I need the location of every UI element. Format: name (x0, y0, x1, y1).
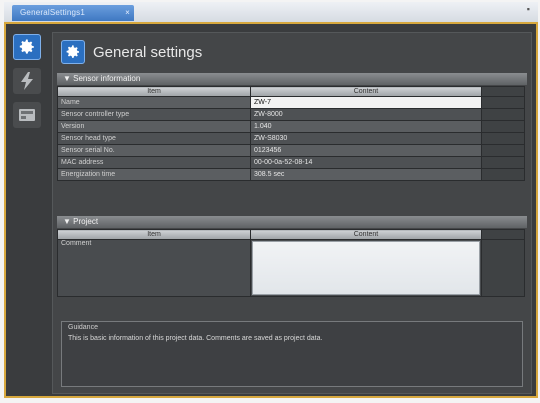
tab-close-icon[interactable]: × (125, 5, 130, 21)
column-header-spare (481, 229, 525, 240)
row-spare (481, 156, 525, 169)
table-row[interactable]: Sensor head type ZW-S8030 (57, 132, 525, 145)
sensor-info-table: Item Content Name ZW-7 Sensor controller… (57, 86, 525, 181)
header-gear-icon (61, 40, 85, 64)
row-content: 0123456 (250, 144, 482, 157)
section-sensor-information[interactable]: ▼ Sensor information (57, 73, 527, 85)
column-header-content: Content (250, 86, 482, 97)
page-header: General settings (61, 39, 202, 65)
row-content: ZW-8000 (250, 108, 482, 121)
sidebar-item-general-settings[interactable] (13, 34, 41, 60)
comment-cell (250, 239, 482, 297)
table-row[interactable]: Sensor controller type ZW-8000 (57, 108, 525, 121)
table-row[interactable]: MAC address 00-00-0a-52-08-14 (57, 156, 525, 169)
row-item: Energization time (57, 168, 251, 181)
row-spare (481, 96, 525, 109)
row-spare (481, 239, 525, 297)
column-header-spare (481, 86, 525, 97)
section-project[interactable]: ▼ Project (57, 216, 527, 228)
table-row[interactable]: Sensor serial No. 0123456 (57, 144, 525, 157)
section-label: ▼ Sensor information (63, 74, 141, 83)
title-bar: GeneralSettings1 × ▪ (4, 2, 538, 22)
tab-label: GeneralSettings1 (20, 8, 86, 17)
window-menu-icon[interactable]: ▪ (527, 4, 530, 14)
row-item: Comment (57, 239, 251, 297)
table-row[interactable]: Name ZW-7 (57, 96, 525, 109)
table-header-row: Item Content (57, 229, 525, 240)
page-title: General settings (93, 43, 203, 61)
row-item: Sensor controller type (57, 108, 251, 121)
guidance-box: Guidance This is basic information of th… (61, 321, 523, 387)
application-window: GeneralSettings1 × ▪ General settings ▼ … (4, 2, 538, 398)
row-content: 00-00-0a-52-08-14 (250, 156, 482, 169)
row-content: ZW-S8030 (250, 132, 482, 145)
settings-panel: General settings ▼ Sensor information It… (52, 32, 532, 394)
row-content: 1.040 (250, 120, 482, 133)
table-row[interactable]: Version 1.040 (57, 120, 525, 133)
row-spare (481, 120, 525, 133)
row-item: Name (57, 96, 251, 109)
table-row[interactable]: Comment (57, 239, 525, 297)
row-spare (481, 144, 525, 157)
lightning-icon (21, 72, 33, 90)
row-item: Version (57, 120, 251, 133)
row-item: Sensor serial No. (57, 144, 251, 157)
workspace-frame: General settings ▼ Sensor information It… (4, 22, 538, 398)
sidebar-item-controller[interactable] (13, 102, 41, 128)
column-header-content: Content (250, 229, 482, 240)
project-table: Item Content Comment (57, 229, 525, 297)
comment-textarea[interactable] (252, 241, 480, 295)
section-label: ▼ Project (63, 217, 99, 226)
row-spare (481, 132, 525, 145)
guidance-title: Guidance (68, 324, 98, 331)
column-header-item: Item (57, 86, 251, 97)
guidance-text: This is basic information of this projec… (68, 335, 323, 342)
row-spare (481, 108, 525, 121)
device-icon (19, 109, 35, 121)
sidebar-item-sensor[interactable] (13, 68, 41, 94)
table-header-row: Item Content (57, 86, 525, 97)
tab-general-settings[interactable]: GeneralSettings1 × (12, 5, 134, 21)
sidebar (10, 34, 44, 136)
row-item: Sensor head type (57, 132, 251, 145)
row-content: 308.5 sec (250, 168, 482, 181)
row-item: MAC address (57, 156, 251, 169)
table-row[interactable]: Energization time 308.5 sec (57, 168, 525, 181)
row-spare (481, 168, 525, 181)
column-header-item: Item (57, 229, 251, 240)
name-field[interactable]: ZW-7 (250, 96, 482, 109)
gear-icon (19, 39, 34, 54)
